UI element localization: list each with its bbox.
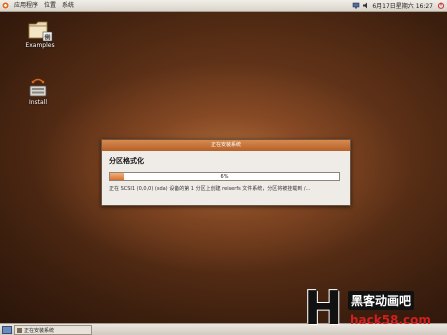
menu-system[interactable]: 系统 (59, 0, 77, 11)
folder-icon: 例 (28, 21, 53, 42)
panel-tray: 6月17日星期六 16:27 (350, 1, 447, 10)
taskbar-button-installer[interactable]: 正在安装系统 (14, 325, 92, 335)
watermark-letter: H (304, 281, 343, 335)
dialog-heading: 分区格式化 (109, 157, 144, 165)
installer-task-icon (17, 327, 22, 333)
status-text: 正在 SCSI1 (0,0,0) (sda) 设备的第 1 分区上创建 reis… (109, 186, 311, 192)
dialog-body: 分区格式化 6% 正在 SCSI1 (0,0,0) (sda) 设备的第 1 分… (102, 151, 350, 192)
clock[interactable]: 6月17日星期六 16:27 (370, 1, 435, 10)
install-progress-dialog: 正在安装系统 分区格式化 6% 正在 SCSI1 (0,0,0) (sda) 设… (101, 139, 351, 206)
watermark-url: hack58.com (350, 313, 431, 327)
menu-places[interactable]: 位置 (41, 0, 59, 11)
power-icon[interactable] (437, 2, 445, 9)
main-menu: 应用程序 位置 系统 (0, 0, 77, 11)
install-icon (29, 78, 47, 97)
show-desktop-icon[interactable] (2, 326, 12, 334)
desktop-icon-install[interactable]: Install (21, 78, 55, 106)
dialog-title[interactable]: 正在安装系统 (102, 140, 350, 151)
svg-text:例: 例 (44, 34, 50, 42)
desktop-icon-label: Examples (25, 42, 55, 49)
network-icon[interactable] (352, 2, 360, 9)
progress-label: 6% (220, 174, 229, 180)
desktop-icon-examples[interactable]: 例 Examples (23, 19, 57, 49)
top-panel: 应用程序 位置 系统 6月17日星期六 16:27 (0, 0, 447, 12)
taskbar-button-label: 正在安装系统 (24, 327, 55, 334)
watermark-title: 黑客动画吧 (348, 291, 415, 310)
watermark-logo: H 黑客动画吧 hack58.com (298, 283, 447, 335)
desktop-icon-label: Install (28, 99, 48, 106)
ubuntu-logo-icon[interactable] (2, 2, 9, 9)
menu-applications[interactable]: 应用程序 (11, 0, 41, 11)
progress-bar: 6% (109, 172, 340, 181)
volume-icon[interactable] (362, 2, 370, 9)
